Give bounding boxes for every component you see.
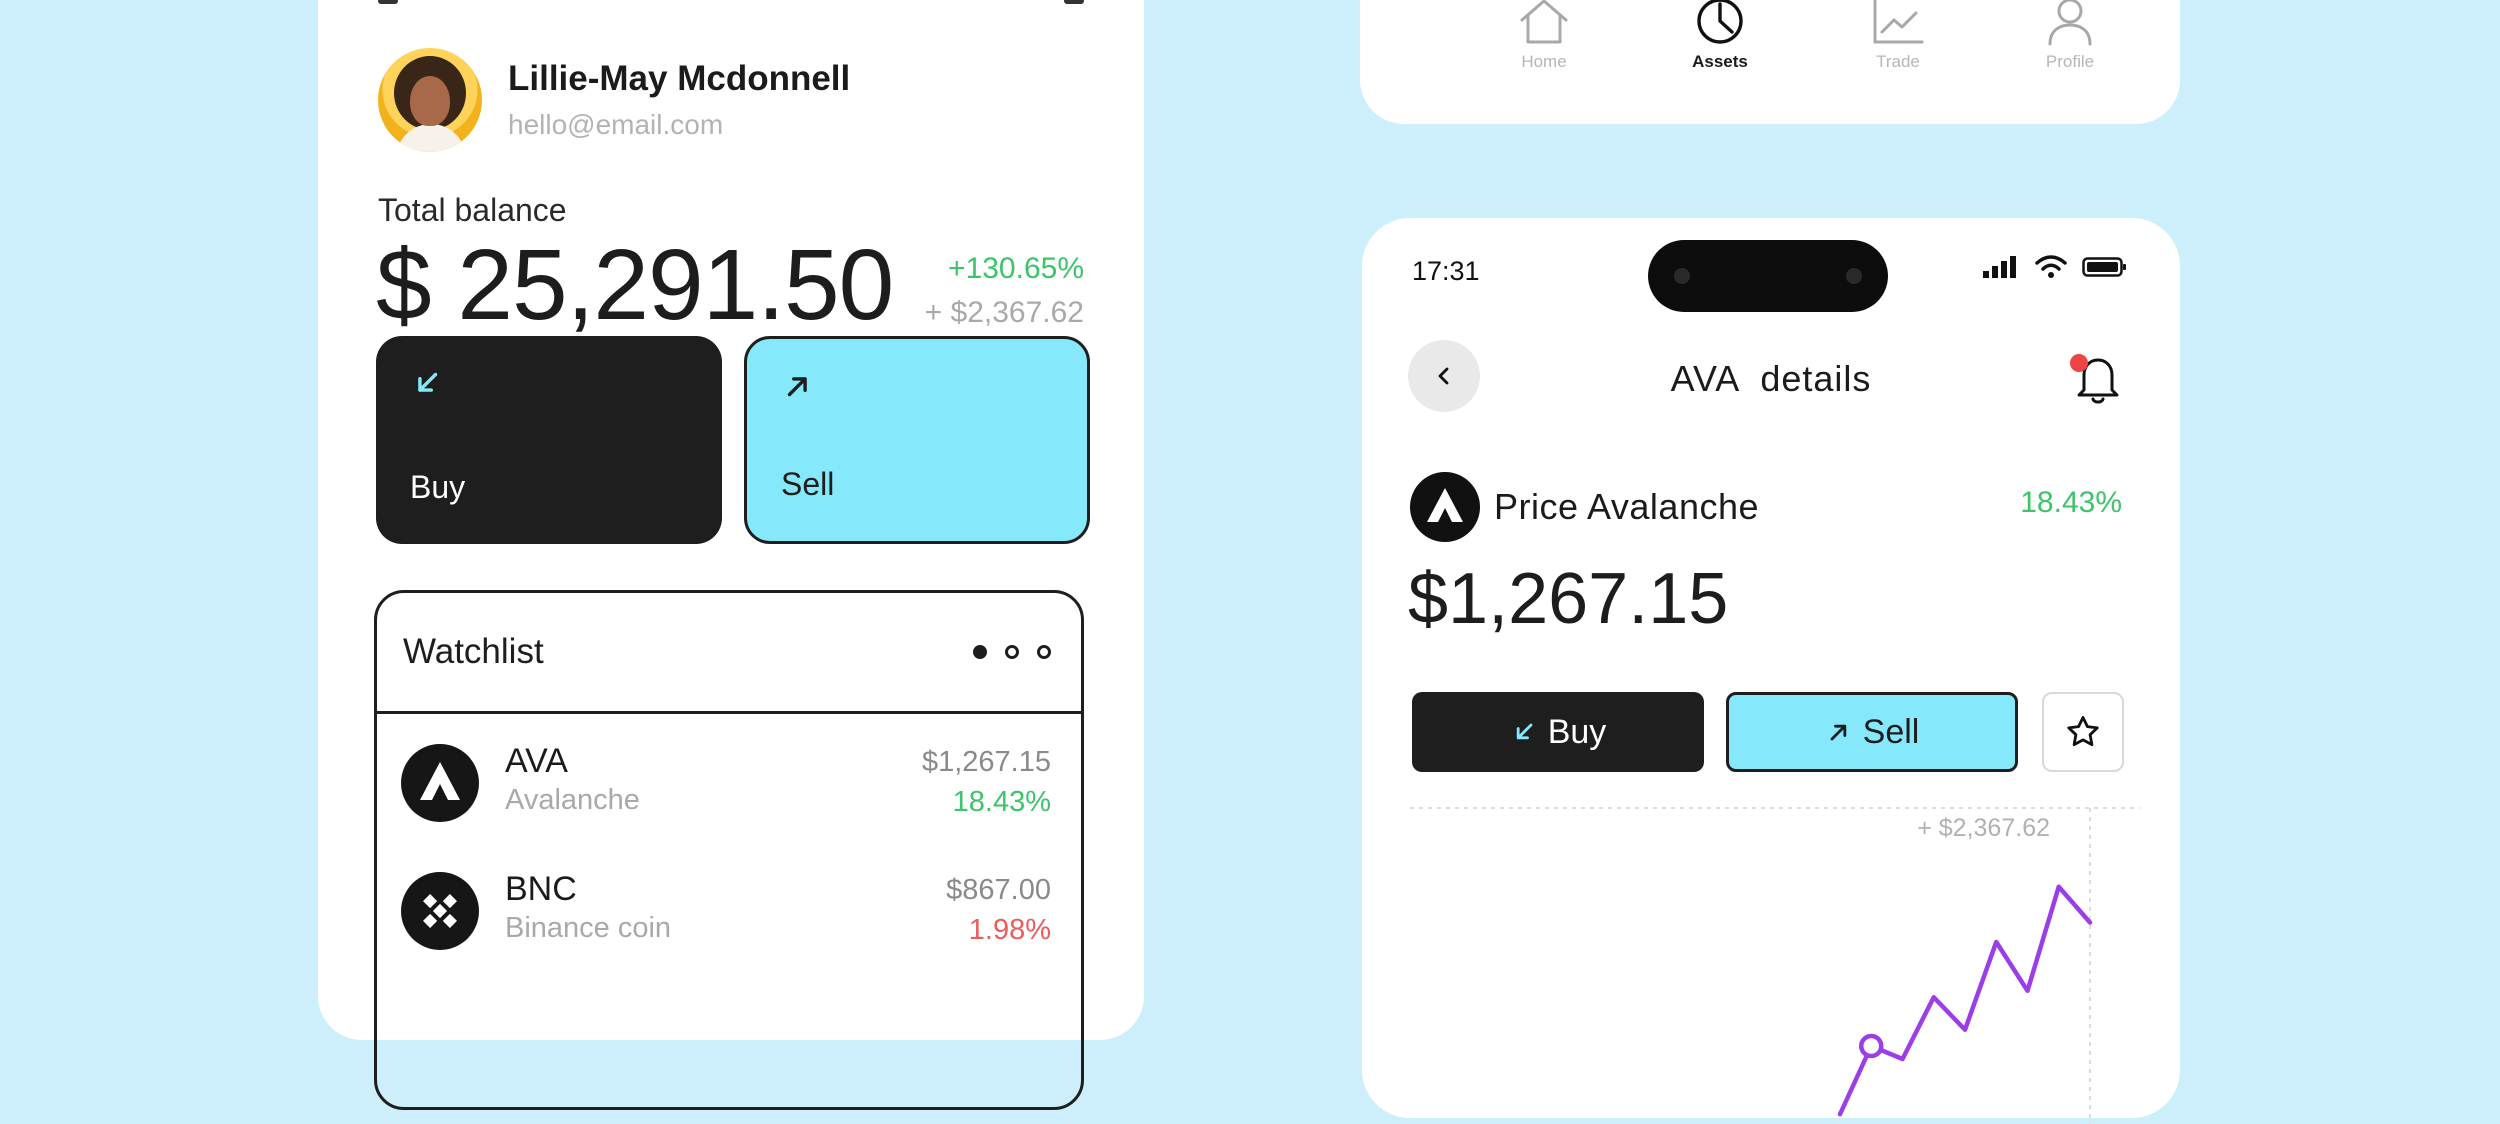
- battery-icon: [2082, 257, 2126, 277]
- asset-details-screen: 17:31 AVA details Price Avalanche 18.43%…: [1362, 218, 2180, 1124]
- trend-chart-icon: [1873, 0, 1924, 44]
- sell-button-label: Sell: [1862, 712, 1920, 751]
- coin-name: Binance coin: [505, 912, 672, 944]
- binance-logo-icon: [401, 872, 479, 950]
- status-icons: [1982, 254, 2128, 280]
- avalanche-logo-icon: [401, 744, 479, 822]
- nav-label: Profile: [2045, 52, 2095, 71]
- buy-button-label: Buy: [1547, 712, 1607, 751]
- avatar: [378, 48, 482, 152]
- user-profile[interactable]: Lillie-May Mcdonnell hello@email.com: [378, 48, 850, 152]
- buy-button-label: Buy: [410, 469, 466, 505]
- dynamic-island: [1648, 240, 1888, 312]
- price-chart: [1410, 807, 2140, 1124]
- user-email: hello@email.com: [508, 109, 724, 140]
- arrow-down-left-icon: [418, 372, 438, 392]
- menu-icon[interactable]: [378, 0, 398, 4]
- watchlist-title: Watchlist: [403, 632, 544, 671]
- buy-button[interactable]: Buy: [376, 336, 722, 544]
- watchlist-item[interactable]: BNC Binance coin $867.00 1.98%: [377, 842, 1081, 970]
- wallet-screen: Lillie-May Mcdonnell hello@email.com Tot…: [318, 0, 1144, 1110]
- nav-label: Assets: [1692, 52, 1748, 71]
- sell-button-label: Sell: [781, 466, 835, 502]
- arrow-up-right-icon: [1830, 724, 1846, 741]
- arrow-down-left-icon: [1516, 723, 1533, 740]
- sell-button[interactable]: Sell: [1726, 692, 2018, 772]
- arrow-up-right-icon: [787, 377, 807, 397]
- notification-badge: [2070, 354, 2088, 372]
- page-title: AVA details: [1670, 358, 1872, 399]
- status-time: 17:31: [1412, 256, 1480, 286]
- price-marker[interactable]: [1859, 1033, 1884, 1059]
- coin-change: 1.98%: [968, 914, 1051, 946]
- price-label: Price Avalanche: [1494, 486, 1760, 527]
- watchlist-pager[interactable]: [973, 645, 1051, 659]
- balance-label: Total balance: [378, 192, 567, 228]
- price-change: 18.43%: [2020, 486, 2122, 519]
- nav-label: Home: [1521, 52, 1567, 71]
- settings-icon[interactable]: [1064, 0, 1084, 4]
- watchlist-item[interactable]: AVA Avalanche $1,267.15 18.43%: [377, 714, 1081, 842]
- coin-symbol: BNC: [505, 870, 577, 908]
- coin-symbol: AVA: [505, 742, 568, 780]
- pie-chart-icon: [1697, 0, 1743, 44]
- bottom-nav-card: Home Assets Trade Profile: [1360, 0, 2180, 124]
- balance-change-amount: + $2,367.62: [924, 296, 1084, 329]
- price-line: [1837, 884, 2093, 1117]
- watchlist-card: Watchlist AVA Avalanche $1,267.15 18.43%: [374, 590, 1084, 1110]
- signal-icon: [1983, 256, 2016, 278]
- nav-profile[interactable]: Profile: [2010, 0, 2130, 72]
- watchlist-header: Watchlist: [377, 593, 1081, 714]
- user-icon: [2048, 0, 2092, 46]
- price-amount: $1,267.15: [1408, 559, 1729, 639]
- nav-label: Trade: [1876, 52, 1920, 71]
- top-toolbar: [378, 0, 1084, 6]
- coin-change: 18.43%: [952, 786, 1051, 818]
- user-name: Lillie-May Mcdonnell: [508, 59, 851, 98]
- pager-dot[interactable]: [973, 645, 987, 659]
- nav-trade[interactable]: Trade: [1838, 0, 1958, 72]
- star-icon: [2067, 716, 2099, 747]
- balance-change-percent: +130.65%: [948, 252, 1084, 285]
- home-icon: [1520, 0, 1568, 44]
- coin-name: Avalanche: [505, 784, 640, 816]
- nav-assets[interactable]: Assets: [1660, 0, 1780, 72]
- nav-home[interactable]: Home: [1484, 0, 1604, 72]
- favorite-button[interactable]: [2042, 692, 2124, 772]
- balance-amount: $ 25,291.50: [376, 229, 894, 341]
- coin-price: $867.00: [946, 874, 1051, 906]
- pager-dot[interactable]: [1005, 645, 1019, 659]
- buy-button[interactable]: Buy: [1412, 692, 1704, 772]
- sell-button[interactable]: Sell: [744, 336, 1090, 544]
- wifi-icon: [2035, 255, 2067, 278]
- pager-dot[interactable]: [1037, 645, 1051, 659]
- chart-delta-label: + $2,367.62: [1917, 814, 2050, 842]
- avalanche-logo-icon: [1410, 472, 1480, 542]
- coin-price: $1,267.15: [921, 746, 1051, 778]
